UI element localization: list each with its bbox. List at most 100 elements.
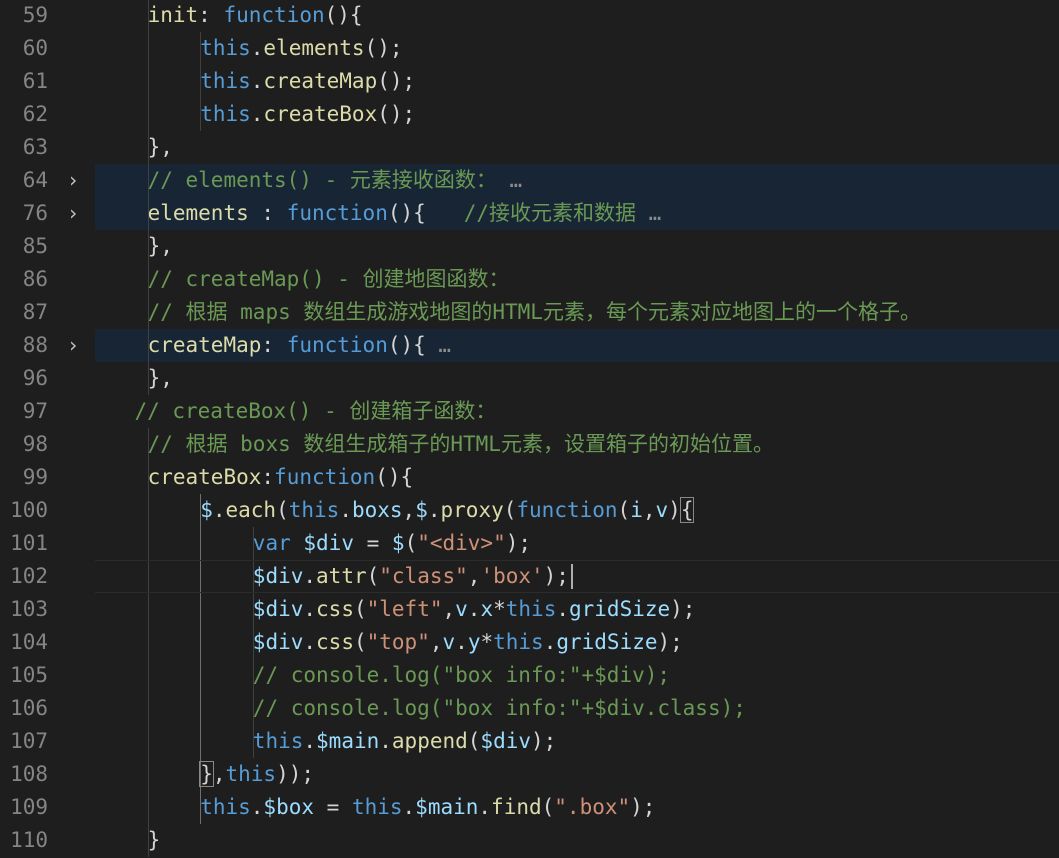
- code-token: elements: [263, 36, 365, 60]
- code-token: each: [225, 498, 277, 522]
- indent-guide: [147, 758, 149, 791]
- code-text: // createBox() - 创建箱子函数：: [134, 395, 496, 428]
- code-token: );: [505, 531, 532, 555]
- code-token: *: [480, 630, 494, 654]
- indent-guide: [147, 32, 149, 65]
- code-token: $: [415, 498, 428, 522]
- code-token: var: [252, 531, 291, 555]
- code-line[interactable]: 99 createBox:function(){: [0, 461, 1059, 494]
- line-number: 97: [22, 399, 48, 423]
- indent-guide: [200, 527, 202, 560]
- code-line[interactable]: 61 this.createMap();: [0, 65, 1059, 98]
- indent-guide: [147, 98, 149, 131]
- code-line[interactable]: 103 $div.css("left",v.x*this.gridSize);: [0, 593, 1059, 626]
- code-area: createMap: function(){ …: [95, 329, 1059, 362]
- code-token: createBox: [147, 465, 262, 489]
- code-token: .: [250, 69, 264, 93]
- code-area: // console.log("box info:"+$div);: [95, 659, 1059, 692]
- fold-chevron-icon[interactable]: ›: [62, 329, 84, 362]
- code-token: ): [668, 498, 681, 522]
- code-token: //接收元素和数据: [463, 201, 636, 225]
- code-line[interactable]: 105 // console.log("box info:"+$div);: [0, 659, 1059, 692]
- line-number: 85: [22, 234, 48, 258]
- indent-guide: [147, 791, 149, 824]
- code-token: (: [617, 498, 631, 522]
- line-number: 104: [10, 630, 48, 654]
- fold-chevron-icon[interactable]: ›: [62, 164, 84, 197]
- code-token: …: [496, 168, 523, 192]
- line-number: 107: [10, 729, 48, 753]
- code-text: this.elements();: [200, 32, 402, 65]
- code-token: .: [303, 630, 317, 654]
- code-token: function: [516, 498, 618, 522]
- code-token: },: [147, 234, 173, 258]
- code-token: "top": [366, 630, 430, 654]
- code-line[interactable]: 106 // console.log("box info:"+$div.class…: [0, 692, 1059, 725]
- code-token: $div: [252, 597, 304, 621]
- code-token: this: [225, 762, 277, 786]
- fold-chevron-icon[interactable]: ›: [62, 197, 84, 230]
- code-line[interactable]: 110}: [0, 824, 1059, 857]
- code-token: v: [655, 498, 669, 522]
- code-text: // console.log("box info:"+$div.class);: [253, 692, 746, 725]
- code-line[interactable]: 59 init: function(){: [0, 0, 1059, 32]
- code-line[interactable]: 85},: [0, 230, 1059, 263]
- code-line[interactable]: 98 // 根据 boxs 数组生成箱子的HTML元素，设置箱子的初始位置。: [0, 428, 1059, 461]
- code-line[interactable]: 62 this.createBox();: [0, 98, 1059, 131]
- line-number: 76: [22, 201, 48, 225]
- code-text: // 根据 boxs 数组生成箱子的HTML元素，设置箱子的初始位置。: [148, 428, 774, 461]
- code-line[interactable]: 63},: [0, 131, 1059, 164]
- indent-guide: [200, 725, 202, 758]
- code-line[interactable]: 100 $.each(this.boxs,$.proxy(function(i,v…: [0, 494, 1059, 527]
- code-line[interactable]: 109 this.$box = this.$main.find(".box");: [0, 791, 1059, 824]
- code-token: // createMap() - 创建地图函数：: [147, 267, 510, 291]
- code-token: =: [314, 795, 352, 819]
- code-line[interactable]: 102 $div.attr("class",'box');: [0, 560, 1059, 593]
- line-number: 99: [22, 465, 48, 489]
- line-number: 101: [10, 531, 48, 555]
- code-token: .: [303, 597, 317, 621]
- code-line[interactable]: 101 var $div = $("<div>");: [0, 527, 1059, 560]
- code-line[interactable]: 86 // createMap() - 创建地图函数：: [0, 263, 1059, 296]
- code-area: },: [95, 362, 1059, 395]
- code-text: },this));: [199, 758, 314, 791]
- line-number: 64: [22, 168, 48, 192]
- code-token: (){: [387, 333, 426, 357]
- code-token: this: [252, 729, 304, 753]
- code-token: $: [391, 531, 405, 555]
- code-token: $main: [316, 729, 380, 753]
- code-text: $.each(this.boxs,$.proxy(function(i,v){: [200, 494, 695, 527]
- line-number: 86: [22, 267, 48, 291]
- code-line[interactable]: 97 // createBox() - 创建箱子函数：: [0, 395, 1059, 428]
- code-area: },this));: [95, 758, 1059, 791]
- code-area: this.$box = this.$main.find(".box");: [95, 791, 1059, 824]
- code-line[interactable]: 108 },this));: [0, 758, 1059, 791]
- line-number: 108: [10, 762, 48, 786]
- code-line[interactable]: 87 // 根据 maps 数组生成游戏地图的HTML元素，每个元素对应地图上的一…: [0, 296, 1059, 329]
- code-line[interactable]: 96},: [0, 362, 1059, 395]
- code-line[interactable]: 64 › // elements() - 元素接收函数： …: [0, 164, 1059, 197]
- code-token: ();: [364, 36, 403, 60]
- code-line[interactable]: 76 › elements : function(){ //接收元素和数据 …: [0, 197, 1059, 230]
- code-token: this: [505, 597, 557, 621]
- code-line[interactable]: 88 › createMap: function(){ …: [0, 329, 1059, 362]
- indent-guide: [147, 527, 149, 560]
- code-editor[interactable]: 59 init: function(){60 this.elements(); 61 t…: [0, 0, 1059, 858]
- code-area: this.elements();: [95, 32, 1059, 65]
- code-text: },: [148, 131, 173, 164]
- code-token: this: [288, 498, 340, 522]
- code-token: ();: [377, 102, 416, 126]
- code-line[interactable]: 60 this.elements();: [0, 32, 1059, 65]
- line-number: 63: [22, 135, 48, 159]
- code-token: (: [276, 498, 289, 522]
- code-token: .: [427, 498, 441, 522]
- code-line[interactable]: 104 $div.css("top",v.y*this.gridSize);: [0, 626, 1059, 659]
- code-area: // console.log("box info:"+$div.class);: [95, 692, 1059, 725]
- code-line[interactable]: 107 this.$main.append($div);: [0, 725, 1059, 758]
- indent-guide: [147, 65, 149, 98]
- code-token: function: [274, 465, 376, 489]
- code-token: ,: [402, 498, 416, 522]
- code-token: (: [467, 729, 481, 753]
- code-token: (){: [387, 201, 464, 225]
- code-text: }: [148, 824, 161, 857]
